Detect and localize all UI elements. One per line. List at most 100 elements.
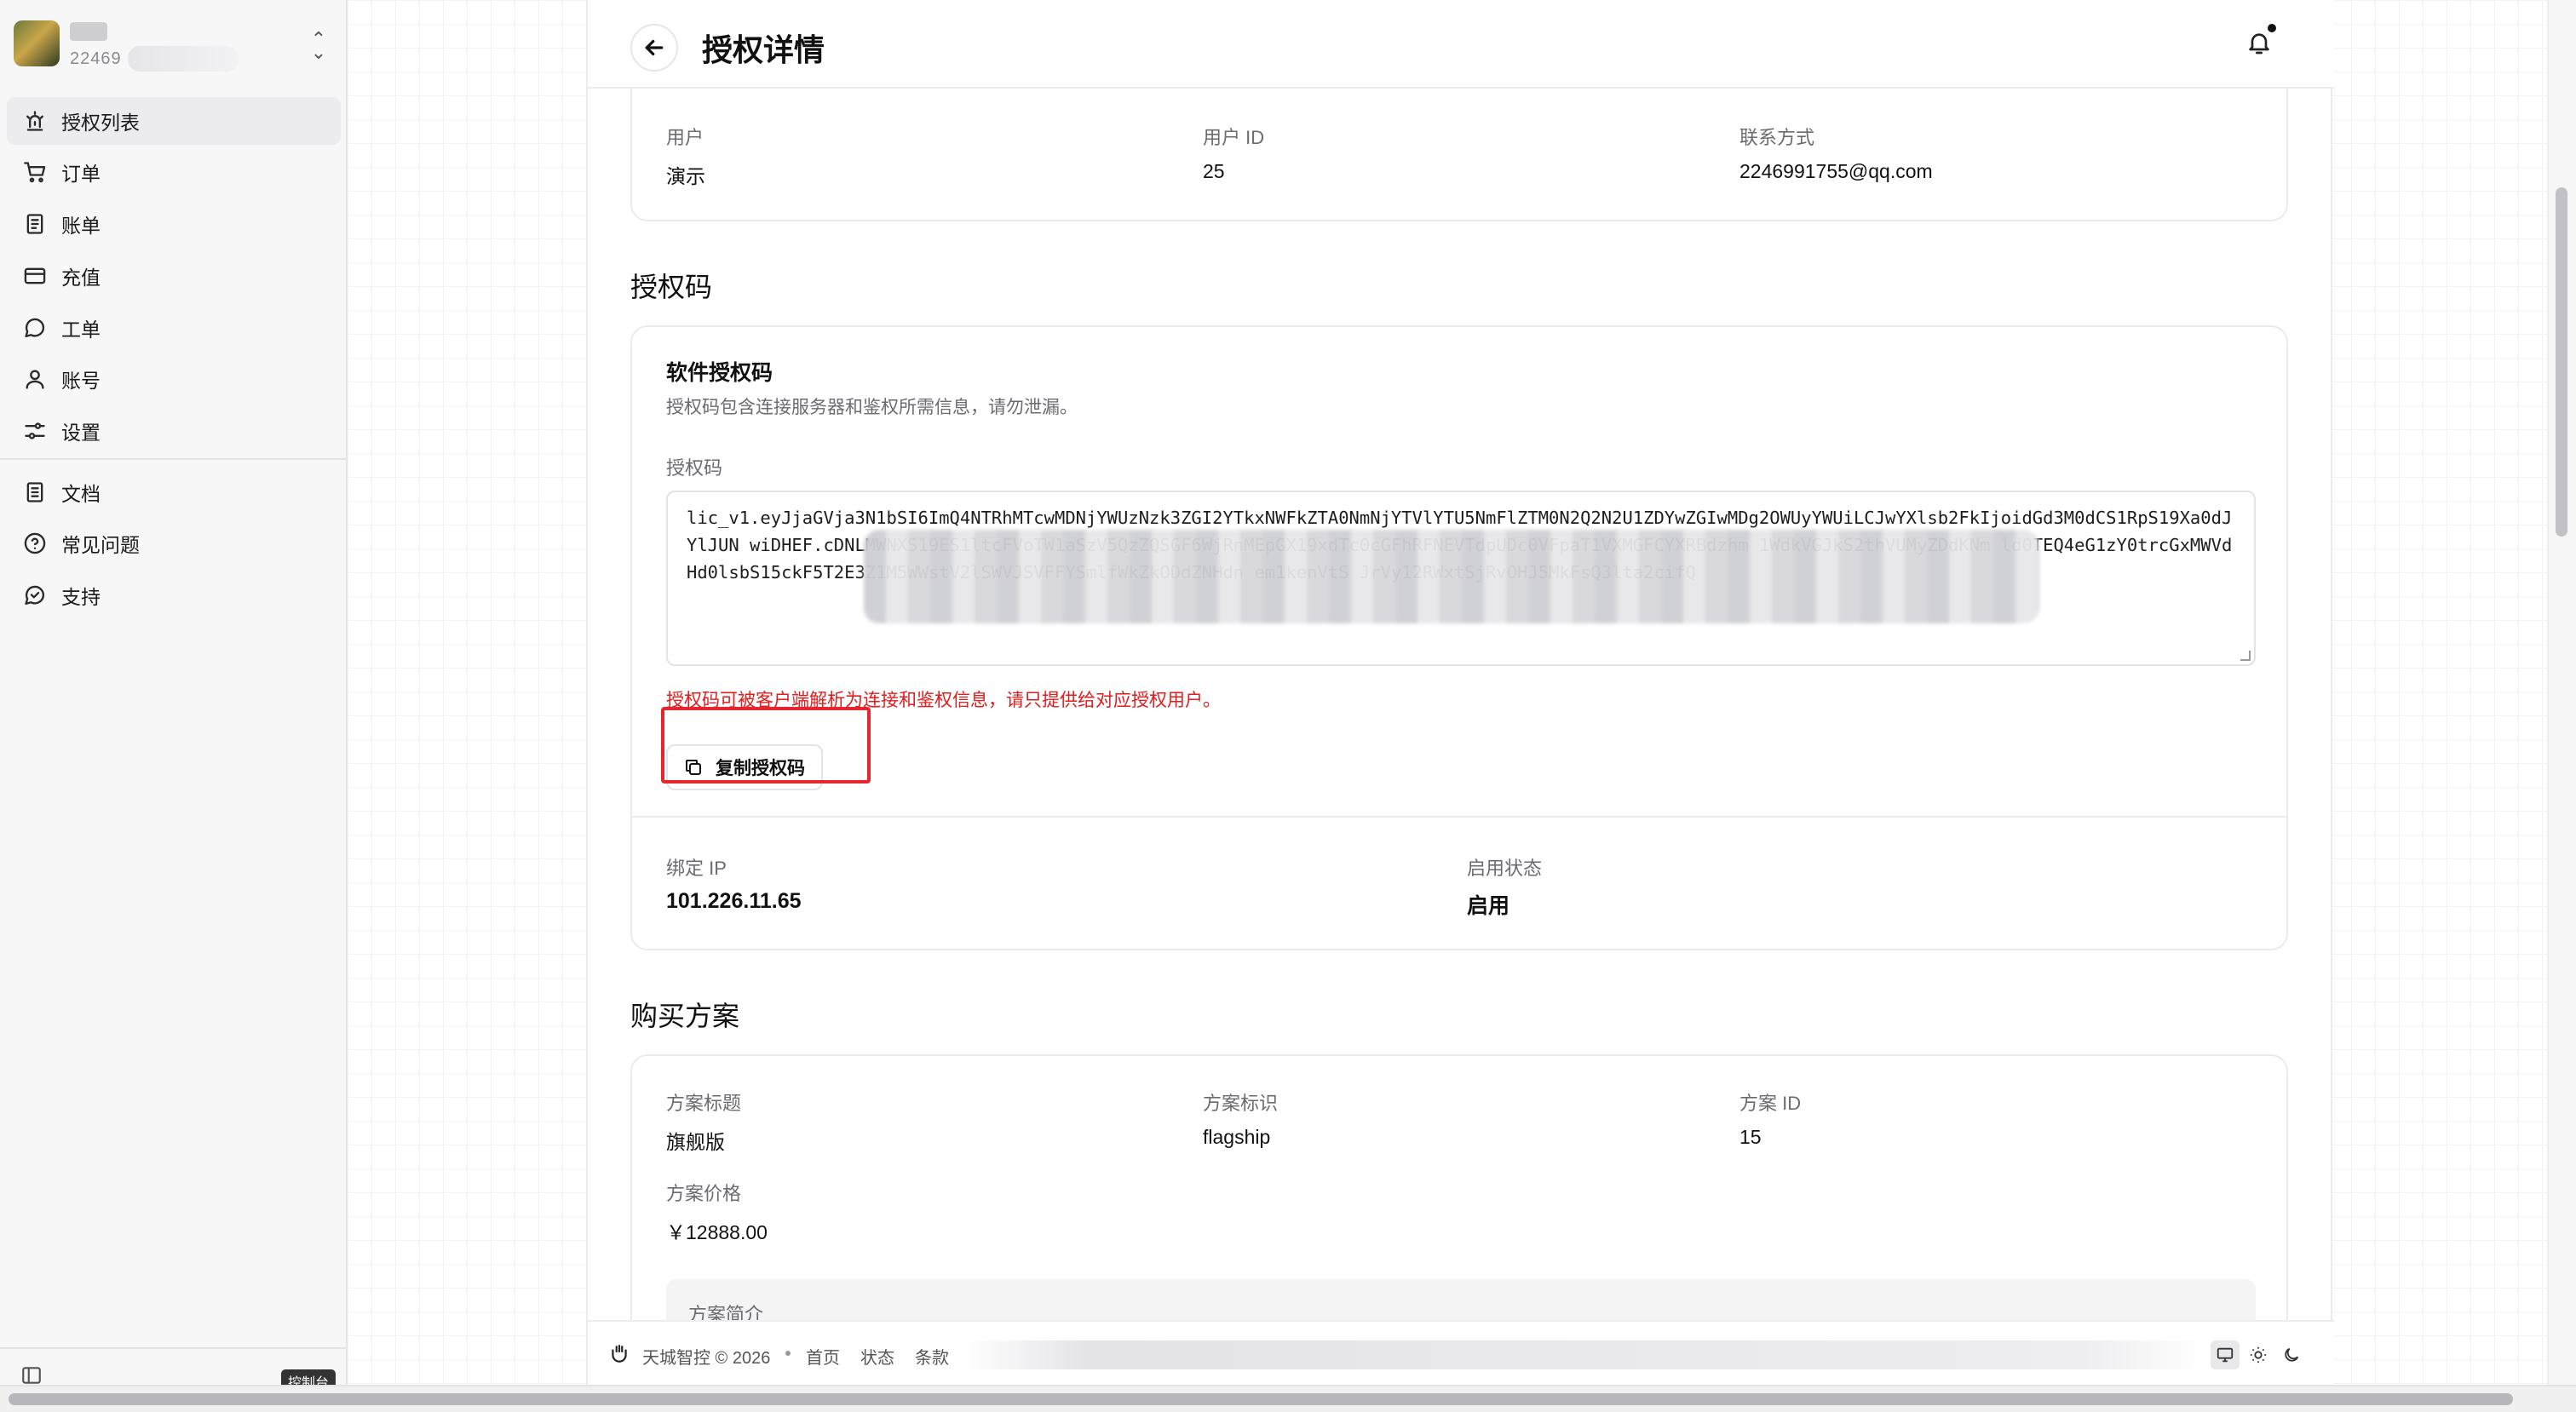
account-id: 22469 — [70, 49, 122, 68]
credit-card-icon — [22, 263, 48, 289]
arrow-left-icon — [645, 39, 664, 56]
sidebar: 22469 ⌃ ⌄ 授权列表 订单 账单 充值 工单 账号 设置 文档 常见问题… — [0, 0, 348, 1412]
avatar — [14, 20, 60, 66]
receipt-icon — [22, 211, 48, 237]
license-card-title: 软件授权码 — [666, 361, 773, 385]
theme-switcher — [2208, 1339, 2309, 1371]
bell-icon — [2249, 33, 2269, 55]
message-circle-icon — [22, 315, 48, 341]
plan-key-value: flagship — [1203, 1126, 1271, 1148]
sidebar-item-tickets[interactable]: 工单 — [7, 304, 341, 352]
plan-id-value: 15 — [1739, 1126, 1762, 1148]
footer-redaction — [963, 1340, 2206, 1369]
license-code-redaction — [864, 530, 2039, 623]
status-label: 启用状态 — [1467, 858, 1543, 879]
sidebar-item-bills[interactable]: 账单 — [7, 200, 341, 248]
account-name-redacted — [70, 22, 107, 41]
license-code-textarea[interactable]: lic_v1.eyJjaGVja3N1bSI6ImQ4NTRhMTcwMDNjY… — [666, 491, 2256, 666]
footer-copyright: 天城智控 © 2026 — [642, 1349, 771, 1368]
horizontal-scrollbar[interactable] — [0, 1385, 2576, 1412]
sidebar-item-label: 常见问题 — [61, 534, 140, 556]
user-id-label: 用户 ID — [1203, 127, 1265, 148]
user-info-card: 用户 演示 用户 ID 25 联系方式 2246991755@qq.com — [630, 89, 2288, 221]
plan-title-value: 旗舰版 — [666, 1131, 725, 1153]
check-circle-icon — [22, 583, 48, 608]
main-area: 授权详情 用户 演示 用户 ID 25 联系方式 2246991755@qq.c… — [348, 0, 2576, 1412]
bind-ip-value: 101.226.11.65 — [666, 889, 802, 913]
copy-license-label: 复制授权码 — [716, 759, 805, 778]
footer-separator — [785, 1351, 791, 1356]
brand-logo-icon — [608, 1342, 632, 1366]
sidebar-item-label: 账单 — [61, 215, 101, 237]
contact-value: 2246991755@qq.com — [1739, 160, 1933, 182]
horizontal-scrollbar-thumb[interactable] — [9, 1393, 2513, 1405]
theme-system-button[interactable] — [2210, 1340, 2240, 1369]
sidebar-item-label: 账号 — [61, 370, 101, 392]
sidebar-item-label: 授权列表 — [61, 112, 140, 134]
page-footer: 天城智控 © 2026 首页 状态 条款 — [588, 1320, 2334, 1385]
document-icon — [22, 479, 48, 505]
back-button[interactable] — [630, 24, 678, 72]
sliders-icon — [22, 418, 48, 444]
sidebar-item-account[interactable]: 账号 — [7, 355, 341, 403]
help-circle-icon — [22, 531, 48, 556]
account-switcher[interactable]: 22469 ⌃ ⌄ — [0, 0, 346, 92]
footer-link-home[interactable]: 首页 — [806, 1344, 840, 1369]
page-header: 授权详情 — [588, 0, 2334, 89]
sidebar-item-docs[interactable]: 文档 — [7, 468, 341, 516]
copy-license-button[interactable]: 复制授权码 — [666, 744, 823, 790]
vertical-scrollbar-thumb[interactable] — [2556, 187, 2567, 537]
cart-icon — [22, 159, 48, 185]
footer-link-status[interactable]: 状态 — [860, 1344, 894, 1369]
sidebar-item-label: 文档 — [61, 483, 101, 505]
moon-icon — [2285, 1347, 2299, 1362]
footer-link-terms[interactable]: 条款 — [915, 1344, 949, 1369]
sidebar-item-label: 订单 — [61, 163, 101, 185]
sidebar-item-label: 设置 — [61, 422, 101, 444]
contact-label: 联系方式 — [1739, 127, 1815, 148]
user-id-value: 25 — [1203, 160, 1225, 182]
price-label: 方案价格 — [666, 1183, 742, 1204]
plan-key-label: 方案标识 — [1203, 1093, 1279, 1114]
sidebar-item-label: 充值 — [61, 267, 101, 289]
notifications-button[interactable] — [2245, 24, 2276, 60]
license-card-desc: 授权码包含连接服务器和鉴权所需信息，请勿泄漏。 — [666, 398, 1078, 417]
content-column: 授权详情 用户 演示 用户 ID 25 联系方式 2246991755@qq.c… — [586, 0, 2334, 1412]
sidebar-item-support[interactable]: 支持 — [7, 571, 341, 619]
license-section-title: 授权码 — [630, 272, 713, 302]
user-value: 演示 — [666, 165, 705, 187]
theme-light-button[interactable] — [2244, 1340, 2273, 1369]
plan-section-title: 购买方案 — [630, 1001, 740, 1031]
price-value: ￥12888.00 — [666, 1221, 768, 1243]
copy-icon — [686, 760, 701, 775]
license-code-label: 授权码 — [666, 457, 723, 479]
sidebar-item-label: 支持 — [61, 586, 101, 608]
license-warning: 授权码可被客户端解析为连接和鉴权信息，请只提供给对应授权用户。 — [666, 691, 1221, 710]
theme-dark-button[interactable] — [2277, 1340, 2306, 1369]
plan-title-label: 方案标题 — [666, 1093, 742, 1114]
user-icon — [22, 366, 48, 392]
plan-id-label: 方案 ID — [1739, 1093, 1802, 1114]
resize-handle[interactable] — [2240, 651, 2251, 661]
sidebar-divider — [0, 458, 346, 460]
app-root: 22469 ⌃ ⌄ 授权列表 订单 账单 充值 工单 账号 设置 文档 常见问题… — [0, 0, 2576, 1412]
sidebar-item-faq[interactable]: 常见问题 — [7, 519, 341, 567]
notification-dot — [2268, 24, 2276, 32]
sidebar-item-settings[interactable]: 设置 — [7, 407, 341, 455]
monitor-icon — [2217, 1347, 2233, 1363]
license-card: 软件授权码 授权码包含连接服务器和鉴权所需信息，请勿泄漏。 授权码 lic_v1… — [630, 325, 2288, 950]
sun-icon — [2250, 1346, 2267, 1363]
sidebar-item-orders[interactable]: 订单 — [7, 148, 341, 196]
bind-ip-label: 绑定 IP — [666, 858, 727, 879]
vertical-scrollbar[interactable] — [2547, 0, 2576, 1397]
chevron-up-down-icon[interactable]: ⌃ ⌄ — [307, 30, 331, 62]
card-divider — [632, 816, 2286, 818]
account-id-redacted — [128, 46, 239, 72]
status-value: 启用 — [1467, 894, 1510, 918]
sidebar-item-label: 工单 — [61, 319, 101, 341]
sidebar-item-recharge[interactable]: 充值 — [7, 252, 341, 300]
user-label: 用户 — [666, 127, 704, 148]
siren-icon — [22, 108, 48, 134]
sidebar-item-licenses[interactable]: 授权列表 — [7, 97, 341, 145]
page-title: 授权详情 — [702, 32, 825, 67]
